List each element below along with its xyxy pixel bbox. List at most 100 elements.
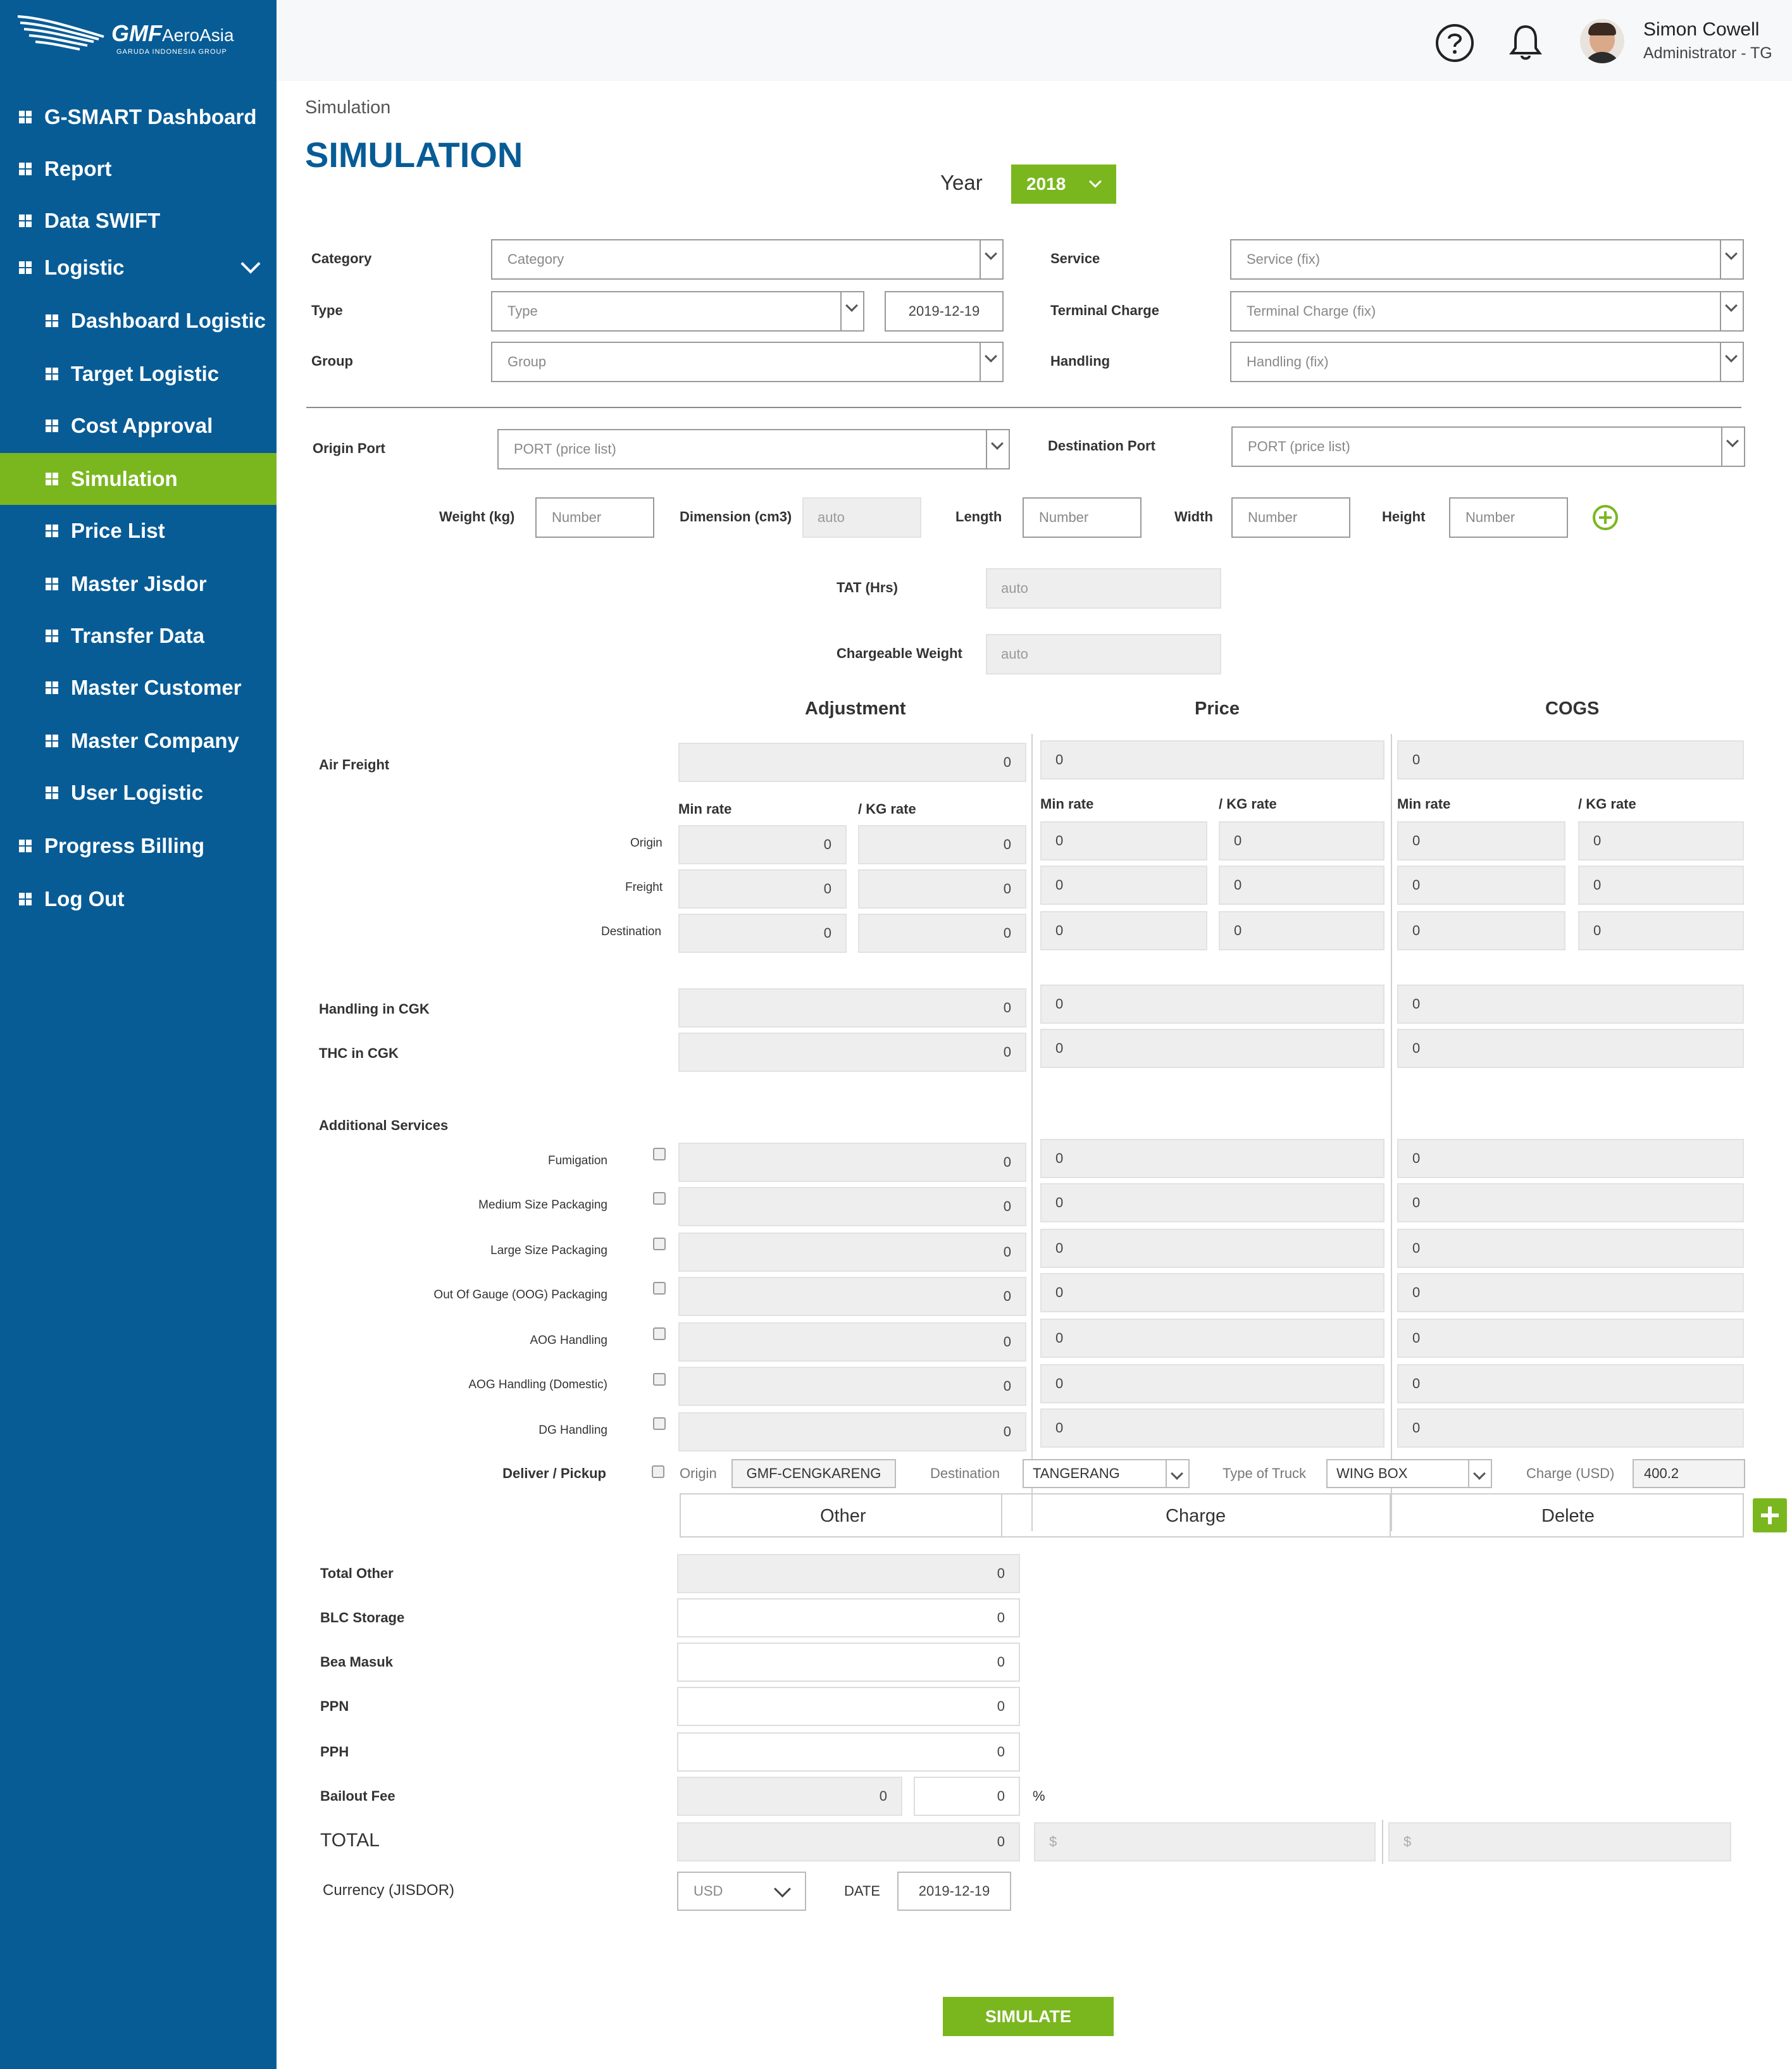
sidebar-item-price-list[interactable]: Price List xyxy=(0,505,277,557)
destination-port-select[interactable]: PORT (price list) xyxy=(1231,426,1745,467)
additional-services-label: Additional Services xyxy=(319,1117,449,1133)
aog-handling-checkbox[interactable] xyxy=(653,1327,666,1340)
value-text: 0 xyxy=(1412,1284,1421,1300)
dg-handling-checkbox[interactable] xyxy=(653,1417,666,1430)
brand-logo[interactable]: GMFAeroAsia GARUDA INDONESIA GROUP xyxy=(15,11,243,62)
air-freight-cogs: 0 xyxy=(1397,740,1744,780)
cogs-header: COGS xyxy=(1545,699,1600,719)
column-divider xyxy=(1001,1494,1002,1538)
truck-type-select[interactable]: WING BOX xyxy=(1326,1459,1492,1488)
deliver-origin-value: GMF-CENGKARENG xyxy=(746,1465,881,1481)
sidebar-item-cost-approval[interactable]: Cost Approval xyxy=(0,400,277,452)
chargeable-weight-field: auto xyxy=(986,634,1221,674)
sidebar-item-data-swift[interactable]: Data SWIFT xyxy=(0,195,277,247)
width-input[interactable]: Number xyxy=(1231,497,1350,538)
sidebar-item-label: Master Jisdor xyxy=(71,572,207,595)
value-text: 0 xyxy=(879,1788,887,1804)
sidebar-item-logistic[interactable]: Logistic xyxy=(0,242,277,294)
grid-icon xyxy=(46,525,58,537)
value-text: 0 xyxy=(1412,1195,1421,1210)
aog-handling-cogs: 0 xyxy=(1397,1319,1744,1358)
type-date-input[interactable]: 2019-12-19 xyxy=(885,291,1004,332)
value-text: 0 xyxy=(997,1698,1005,1714)
year-select[interactable]: 2018 xyxy=(1011,165,1116,204)
rate-row-label-origin: Origin xyxy=(630,836,663,850)
avatar[interactable] xyxy=(1580,19,1624,63)
sidebar-item-dashboard-logistic[interactable]: Dashboard Logistic xyxy=(0,295,277,347)
bailout-percent-input[interactable]: 0 xyxy=(914,1777,1020,1816)
oog-packaging-checkbox[interactable] xyxy=(653,1282,666,1295)
sidebar-item-label: Log Out xyxy=(44,887,125,910)
sidebar-item-label: Cost Approval xyxy=(71,414,213,437)
deliver-pickup-checkbox[interactable] xyxy=(652,1465,664,1478)
origin-port-select[interactable]: PORT (price list) xyxy=(497,429,1010,469)
origin-cogs-kg: 0 xyxy=(1578,821,1744,861)
sidebar-item-label: Data SWIFT xyxy=(44,209,161,232)
garuda-logo-icon xyxy=(17,15,104,51)
pph-input[interactable]: 0 xyxy=(677,1732,1020,1772)
sidebar-item-simulation[interactable]: Simulation xyxy=(0,453,277,505)
weight-input[interactable]: Number xyxy=(535,497,654,538)
sidebar-item-master-jisdor[interactable]: Master Jisdor xyxy=(0,558,277,610)
grid-icon xyxy=(46,735,58,747)
grid-icon xyxy=(19,163,32,175)
sidebar-item-log-out[interactable]: Log Out xyxy=(0,873,277,925)
value-text: 0 xyxy=(997,1610,1005,1625)
service-select[interactable]: Service (fix) xyxy=(1230,239,1744,280)
simulate-button[interactable]: SIMULATE xyxy=(943,1997,1114,2036)
chevron-down-icon xyxy=(1089,175,1102,188)
value-text: 0 xyxy=(1003,1424,1011,1439)
bell-icon[interactable] xyxy=(1507,23,1545,63)
add-dimension-icon[interactable] xyxy=(1592,504,1619,531)
help-icon[interactable] xyxy=(1434,23,1475,63)
date-input[interactable]: 2019-12-19 xyxy=(897,1872,1011,1911)
bea-masuk-input[interactable]: 0 xyxy=(677,1643,1020,1682)
sidebar-item-gsmart-dashboard[interactable]: G-SMART Dashboard xyxy=(0,91,277,143)
category-select[interactable]: Category xyxy=(491,239,1004,280)
terminal-charge-select[interactable]: Terminal Charge (fix) xyxy=(1230,291,1744,332)
currency-select[interactable]: USD xyxy=(677,1872,806,1911)
chevron-down-icon xyxy=(1468,1460,1491,1487)
group-select[interactable]: Group xyxy=(491,342,1004,382)
total-other-field: 0 xyxy=(677,1554,1020,1593)
sidebar-item-master-customer[interactable]: Master Customer xyxy=(0,662,277,714)
deliver-origin-field[interactable]: GMF-CENGKARENG xyxy=(731,1459,896,1488)
adj-min-rate-label: Min rate xyxy=(678,801,732,817)
year-value: 2018 xyxy=(1026,174,1066,194)
value-text: 0 xyxy=(1055,1150,1064,1166)
charge-usd-field[interactable]: 400.2 xyxy=(1633,1459,1745,1488)
dg-handling-adjustment: 0 xyxy=(678,1412,1026,1451)
height-input[interactable]: Number xyxy=(1449,497,1568,538)
chevron-down-icon xyxy=(1720,240,1743,278)
handling-select[interactable]: Handling (fix) xyxy=(1230,342,1744,382)
add-other-button[interactable] xyxy=(1753,1498,1787,1532)
sidebar-item-progress-billing[interactable]: Progress Billing xyxy=(0,820,277,872)
grid-icon xyxy=(19,840,32,852)
sidebar-item-report[interactable]: Report xyxy=(0,143,277,195)
fumigation-price: 0 xyxy=(1040,1139,1384,1178)
destination-cogs-kg: 0 xyxy=(1578,911,1744,950)
aog-domestic-checkbox[interactable] xyxy=(653,1373,666,1386)
sidebar-item-user-logistic[interactable]: User Logistic xyxy=(0,767,277,819)
price-header: Price xyxy=(1195,699,1240,719)
large-packaging-checkbox[interactable] xyxy=(653,1238,666,1250)
length-label: Length xyxy=(955,509,1002,525)
medium-packaging-checkbox[interactable] xyxy=(653,1192,666,1205)
blc-storage-input[interactable]: 0 xyxy=(677,1598,1020,1637)
value-text: 0 xyxy=(997,1788,1005,1804)
sidebar-item-label: Progress Billing xyxy=(44,834,205,857)
deliver-destination-label: Destination xyxy=(930,1465,1000,1481)
type-select[interactable]: Type xyxy=(491,291,864,332)
ppn-input[interactable]: 0 xyxy=(677,1687,1020,1726)
date-value: 2019-12-19 xyxy=(918,1883,990,1899)
deliver-destination-select[interactable]: TANGERANG xyxy=(1023,1459,1190,1488)
dg-handling-cogs: 0 xyxy=(1397,1408,1744,1448)
fumigation-checkbox[interactable] xyxy=(653,1148,666,1160)
sidebar-item-master-company[interactable]: Master Company xyxy=(0,715,277,767)
blc-storage-label: BLC Storage xyxy=(320,1610,405,1625)
value-text: 0 xyxy=(1412,1376,1421,1391)
sidebar-item-target-logistic[interactable]: Target Logistic xyxy=(0,348,277,400)
sidebar-item-transfer-data[interactable]: Transfer Data xyxy=(0,610,277,662)
length-input[interactable]: Number xyxy=(1023,497,1142,538)
service-label-aog-domestic: AOG Handling (Domestic) xyxy=(468,1378,607,1391)
